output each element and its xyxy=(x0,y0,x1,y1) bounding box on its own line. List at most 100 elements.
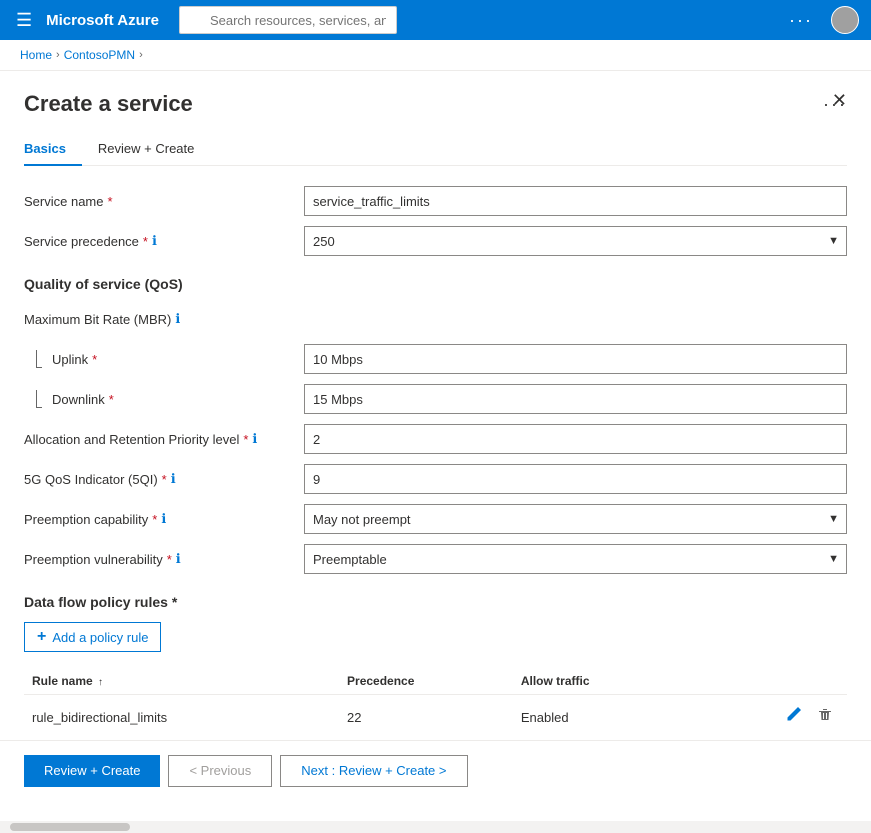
scrollbar-thumb[interactable] xyxy=(10,823,130,831)
arp-info-icon[interactable]: ℹ xyxy=(252,431,257,447)
tab-review-create[interactable]: Review + Create xyxy=(98,133,210,166)
service-name-row: Service name * xyxy=(24,186,847,216)
avatar[interactable] xyxy=(831,6,859,34)
delete-icon xyxy=(817,707,833,723)
service-precedence-control: 250 100 200 300 ▼ xyxy=(304,226,847,256)
edit-rule-button[interactable] xyxy=(779,705,807,730)
mbr-row: Maximum Bit Rate (MBR) ℹ xyxy=(24,304,847,334)
close-button[interactable]: ✕ xyxy=(832,91,847,109)
downlink-label: Downlink * xyxy=(24,390,304,408)
page-container: Create a service ··· ✕ Basics Review + C… xyxy=(0,71,871,821)
search-input[interactable] xyxy=(179,6,397,34)
preemption-vul-info-icon[interactable]: ℹ xyxy=(176,551,181,567)
preemption-cap-control: May not preempt May preempt ▼ xyxy=(304,504,847,534)
nav-bar: ☰ Microsoft Azure 🔍 ··· xyxy=(0,0,871,40)
service-precedence-label: Service precedence * ℹ xyxy=(24,233,304,249)
fiveqi-row: 5G QoS Indicator (5QI) * ℹ xyxy=(24,464,847,494)
cell-precedence: 22 xyxy=(339,695,513,741)
service-name-control xyxy=(304,186,847,216)
col-rule-name: Rule name ↑ xyxy=(24,668,339,695)
cell-allow-traffic: Enabled xyxy=(513,695,690,741)
next-review-create-button[interactable]: Next : Review + Create > xyxy=(280,755,467,787)
service-precedence-info-icon[interactable]: ℹ xyxy=(152,233,157,249)
nav-search-wrap: 🔍 xyxy=(179,6,470,34)
required-marker: * xyxy=(107,194,112,209)
preemption-vul-row: Preemption vulnerability * ℹ Preemptable… xyxy=(24,544,847,574)
footer: Review + Create < Previous Next : Review… xyxy=(0,740,871,800)
arp-control xyxy=(304,424,847,454)
col-actions xyxy=(689,668,847,695)
uplink-label: Uplink * xyxy=(24,350,304,368)
previous-button[interactable]: < Previous xyxy=(168,755,272,787)
required-marker-pvul: * xyxy=(167,552,172,567)
arp-label: Allocation and Retention Priority level … xyxy=(24,431,304,447)
add-policy-rule-button[interactable]: + Add a policy rule xyxy=(24,622,161,652)
required-marker-5qi: * xyxy=(162,472,167,487)
cell-actions xyxy=(689,695,847,741)
arp-row: Allocation and Retention Priority level … xyxy=(24,424,847,454)
service-name-input[interactable] xyxy=(304,186,847,216)
required-marker-policy: * xyxy=(172,594,177,610)
breadcrumb-sep-1: › xyxy=(56,49,60,61)
preemption-cap-select-wrap: May not preempt May preempt ▼ xyxy=(304,504,847,534)
add-icon: + xyxy=(37,628,46,646)
breadcrumb-sep-2: › xyxy=(139,49,143,61)
fiveqi-control xyxy=(304,464,847,494)
review-create-button[interactable]: Review + Create xyxy=(24,755,160,787)
policy-table-header: Rule name ↑ Precedence Allow traffic xyxy=(24,668,847,695)
policy-table: Rule name ↑ Precedence Allow traffic rul… xyxy=(24,668,847,741)
page-title: Create a service xyxy=(24,91,815,117)
policy-section: Data flow policy rules * + Add a policy … xyxy=(24,594,847,741)
delete-rule-button[interactable] xyxy=(811,705,839,730)
arp-input[interactable] xyxy=(304,424,847,454)
preemption-vul-select-wrap: Preemptable Not preemptable ▼ xyxy=(304,544,847,574)
cell-rule-name: rule_bidirectional_limits xyxy=(24,695,339,741)
uplink-input[interactable] xyxy=(304,344,847,374)
form-section-basic: Service name * Service precedence * ℹ 25… xyxy=(24,186,847,256)
preemption-vul-control: Preemptable Not preemptable ▼ xyxy=(304,544,847,574)
uplink-row: Uplink * xyxy=(24,344,847,374)
col-precedence: Precedence xyxy=(339,668,513,695)
breadcrumb: Home › ContosoPMN › xyxy=(0,40,871,71)
tabs: Basics Review + Create xyxy=(24,133,847,166)
downlink-row: Downlink * xyxy=(24,384,847,414)
fiveqi-info-icon[interactable]: ℹ xyxy=(171,471,176,487)
preemption-cap-select[interactable]: May not preempt May preempt xyxy=(304,504,847,534)
required-marker-uplink: * xyxy=(92,352,97,367)
preemption-cap-label: Preemption capability * ℹ xyxy=(24,511,304,527)
service-name-label: Service name * xyxy=(24,194,304,209)
service-precedence-select[interactable]: 250 100 200 300 xyxy=(304,226,847,256)
downlink-input[interactable] xyxy=(304,384,847,414)
uplink-control xyxy=(304,344,847,374)
table-row: rule_bidirectional_limits 22 Enabled xyxy=(24,695,847,741)
service-precedence-select-wrap: 250 100 200 300 ▼ xyxy=(304,226,847,256)
nav-title: Microsoft Azure xyxy=(46,12,159,29)
qos-section: Quality of service (QoS) Maximum Bit Rat… xyxy=(24,276,847,574)
qos-section-title: Quality of service (QoS) xyxy=(24,276,847,292)
required-marker-pcap: * xyxy=(152,512,157,527)
downlink-tree-line xyxy=(36,390,42,408)
sort-icon[interactable]: ↑ xyxy=(98,677,103,688)
horizontal-scrollbar[interactable] xyxy=(0,821,871,833)
fiveqi-input[interactable] xyxy=(304,464,847,494)
breadcrumb-parent[interactable]: ContosoPMN xyxy=(64,48,135,62)
nav-more-icon[interactable]: ··· xyxy=(781,6,821,35)
required-marker-arp: * xyxy=(243,432,248,447)
required-marker-2: * xyxy=(143,234,148,249)
fiveqi-label: 5G QoS Indicator (5QI) * ℹ xyxy=(24,471,304,487)
preemption-vul-label: Preemption vulnerability * ℹ xyxy=(24,551,304,567)
preemption-cap-info-icon[interactable]: ℹ xyxy=(161,511,166,527)
mbr-info-icon[interactable]: ℹ xyxy=(175,311,180,327)
page-header: Create a service ··· ✕ xyxy=(24,91,847,117)
edit-icon xyxy=(785,707,801,723)
downlink-control xyxy=(304,384,847,414)
mbr-label: Maximum Bit Rate (MBR) ℹ xyxy=(24,311,304,327)
hamburger-icon[interactable]: ☰ xyxy=(12,6,36,35)
uplink-tree-line xyxy=(36,350,42,368)
preemption-vul-select[interactable]: Preemptable Not preemptable xyxy=(304,544,847,574)
col-allow-traffic: Allow traffic xyxy=(513,668,690,695)
service-precedence-row: Service precedence * ℹ 250 100 200 300 ▼ xyxy=(24,226,847,256)
breadcrumb-home[interactable]: Home xyxy=(20,48,52,62)
preemption-cap-row: Preemption capability * ℹ May not preemp… xyxy=(24,504,847,534)
tab-basics[interactable]: Basics xyxy=(24,133,82,166)
